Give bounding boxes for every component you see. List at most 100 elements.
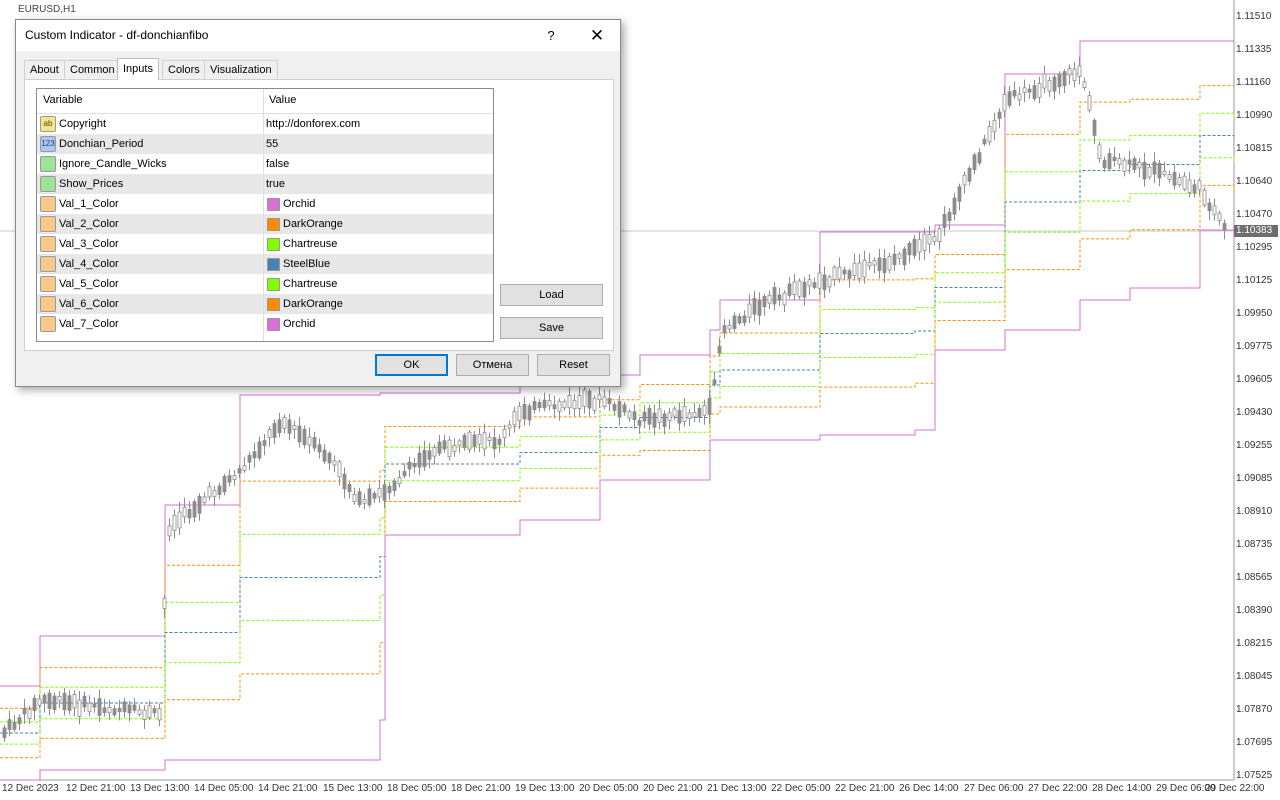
price-axis-label: 1.08565 (1236, 572, 1273, 583)
cancel-button[interactable]: Отмена (456, 354, 529, 376)
time-axis-label: 12 Dec 21:00 (66, 783, 126, 794)
candle-body (27, 709, 32, 720)
input-value[interactable]: http://donforex.com (266, 118, 360, 130)
input-value[interactable]: DarkOrange (283, 298, 343, 310)
candle-body (587, 390, 592, 409)
candle-body (777, 294, 782, 301)
candle-body (957, 186, 962, 202)
candle-body (302, 428, 307, 446)
color-swatch[interactable] (267, 298, 280, 311)
candle-body (912, 238, 917, 256)
price-axis-label: 1.08735 (1236, 539, 1273, 550)
value-column-header[interactable]: Value (269, 94, 296, 106)
input-row[interactable]: Val_1_Color Orchid (37, 194, 493, 215)
candle-body (262, 440, 267, 446)
input-value[interactable]: Chartreuse (283, 238, 337, 250)
load-button[interactable]: Load (500, 284, 603, 306)
price-axis-label: 1.09085 (1236, 473, 1273, 484)
candle-body (797, 280, 802, 297)
candle-body (1077, 65, 1082, 77)
candle-body (482, 432, 487, 450)
candle-body (1027, 88, 1032, 93)
candle-body (852, 262, 857, 276)
variable-column-header[interactable]: Variable (43, 94, 83, 106)
candle-body (1097, 144, 1102, 159)
candle-body (982, 138, 987, 145)
candle-body (1162, 170, 1167, 176)
candle-body (112, 708, 117, 716)
input-value[interactable]: false (266, 158, 289, 170)
column-divider[interactable] (263, 89, 264, 341)
price-axis-label: 1.10990 (1236, 110, 1273, 121)
candle-body (917, 239, 922, 253)
input-value[interactable]: SteelBlue (283, 258, 330, 270)
price-axis-label: 1.09775 (1236, 341, 1273, 352)
candle-body (1032, 85, 1037, 99)
close-button[interactable]: ✕ (582, 24, 612, 48)
candle-body (162, 597, 167, 610)
candle-body (152, 708, 157, 714)
price-axis-label: 1.11510 (1236, 11, 1272, 22)
candle-body (987, 126, 992, 143)
candle-body (637, 419, 642, 426)
price-axis-label: 1.11160 (1236, 77, 1271, 88)
candle-body (937, 228, 942, 242)
candle-body (657, 408, 662, 423)
input-value[interactable]: Orchid (283, 318, 315, 330)
price-axis-label: 1.10640 (1236, 176, 1273, 187)
candle-body (782, 292, 787, 306)
color-swatch[interactable] (267, 218, 280, 231)
time-axis-label: 28 Dec 14:00 (1092, 783, 1152, 794)
input-row[interactable]: Val_6_Color DarkOrange (37, 294, 493, 315)
ok-button[interactable]: OK (375, 354, 448, 376)
candle-body (1202, 189, 1207, 206)
input-row[interactable]: Val_2_Color DarkOrange (37, 214, 493, 235)
input-row[interactable]: Val_3_Color Chartreuse (37, 234, 493, 255)
candle-body (857, 262, 862, 279)
tab-visualization[interactable]: Visualization (204, 60, 278, 79)
input-value[interactable]: true (266, 178, 285, 190)
color-swatch[interactable] (267, 278, 280, 291)
tab-common[interactable]: Common (64, 60, 121, 79)
input-value[interactable]: DarkOrange (283, 218, 343, 230)
candle-body (977, 152, 982, 164)
input-value[interactable]: Chartreuse (283, 278, 337, 290)
candle-body (437, 441, 442, 454)
candle-body (832, 266, 837, 280)
candle-body (942, 213, 947, 228)
color-swatch[interactable] (267, 318, 280, 331)
input-row[interactable]: 123 Donchian_Period 55 (37, 134, 493, 155)
input-row[interactable]: Ignore_Candle_Wicks false (37, 154, 493, 175)
tab-about[interactable]: About (24, 60, 65, 79)
candle-body (82, 695, 87, 708)
candle-body (12, 722, 17, 730)
candle-body (312, 437, 317, 449)
tab-inputs[interactable]: Inputs (117, 58, 159, 80)
candle-body (67, 695, 72, 711)
input-value[interactable]: Orchid (283, 198, 315, 210)
dialog-titlebar[interactable]: Custom Indicator - df-donchianfibo ? ✕ (16, 20, 620, 51)
color-swatch[interactable] (267, 198, 280, 211)
color-swatch[interactable] (267, 258, 280, 271)
reset-button[interactable]: Reset (537, 354, 610, 376)
input-row[interactable]: Val_4_Color SteelBlue (37, 254, 493, 275)
input-row[interactable]: Val_7_Color Orchid (37, 314, 493, 335)
candle-body (527, 405, 532, 421)
candle-body (1147, 166, 1152, 178)
input-row[interactable]: Val_5_Color Chartreuse (37, 274, 493, 295)
candle-body (1172, 171, 1177, 186)
input-row[interactable]: Show_Prices true (37, 174, 493, 195)
price-axis-label: 1.09950 (1236, 308, 1273, 319)
candle-body (297, 425, 302, 443)
candle-body (962, 174, 967, 186)
tab-colors[interactable]: Colors (162, 60, 206, 79)
bool-type-icon (40, 156, 56, 172)
save-button[interactable]: Save (500, 317, 603, 339)
help-button[interactable]: ? (536, 24, 566, 48)
candle-body (542, 399, 547, 409)
candle-body (332, 460, 337, 466)
candle-body (217, 485, 222, 495)
input-row[interactable]: ab Copyright http://donforex.com (37, 114, 493, 135)
color-swatch[interactable] (267, 238, 280, 251)
input-value[interactable]: 55 (266, 138, 278, 150)
